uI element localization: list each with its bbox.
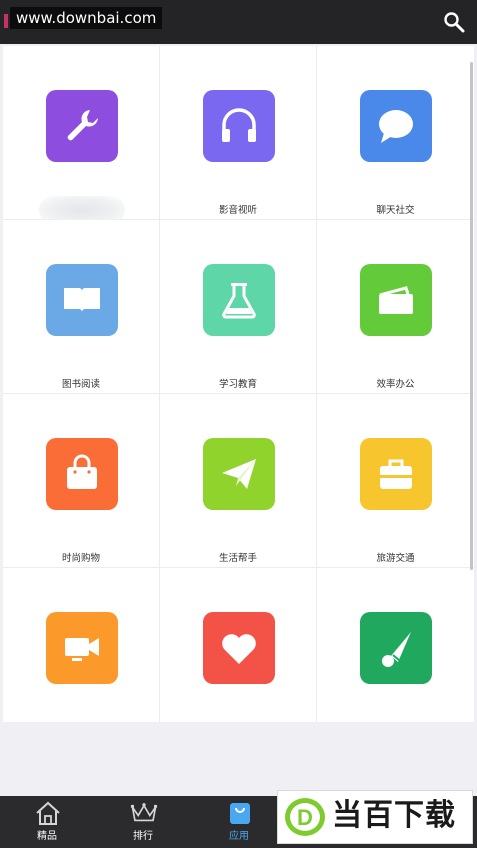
nav-item-ranking[interactable]: 排行 [98,796,188,848]
search-button[interactable] [440,8,468,36]
flask-icon [203,264,275,336]
nav-label: 应用 [229,831,249,842]
top-bar: www.downbai.com [0,0,477,44]
folder-icon [360,264,432,336]
bag-icon [226,799,254,827]
menu-indicator [4,14,8,28]
category-grid: 影音视听 聊天社交 图书阅读 学习教育 效率办公 时尚购物 生活帮手 旅游交通 [3,46,474,722]
category-item-books[interactable]: 图书阅读 [3,220,160,394]
nav-item-apps[interactable]: 应用 [194,796,284,848]
brand-text: 当百下载 [332,798,456,833]
nav-label: 排行 [133,831,153,842]
video-camera-icon [46,612,118,684]
category-item-tools[interactable] [3,46,160,224]
category-item-media[interactable]: 影音视听 [160,46,317,220]
home-icon [34,799,62,827]
category-label: 时尚购物 [61,553,100,564]
crown-icon [130,799,158,827]
category-item-video[interactable] [3,568,160,722]
category-item-life[interactable]: 生活帮手 [160,394,317,568]
category-label: 旅游交通 [376,553,415,564]
category-item-education[interactable]: 学习教育 [160,220,317,394]
category-label: 图书阅读 [61,379,100,390]
chat-bubble-icon [360,90,432,162]
site-watermark: www.downbai.com [10,7,163,29]
category-label: 生活帮手 [218,553,257,564]
wrench-icon [46,90,118,162]
category-item-shopping[interactable]: 时尚购物 [3,394,160,568]
category-item-health[interactable] [160,568,317,722]
category-grid-container: 影音视听 聊天社交 图书阅读 学习教育 效率办公 时尚购物 生活帮手 旅游交通 [3,46,474,722]
category-item-office[interactable]: 效率办公 [317,220,474,394]
nav-label: 精品 [37,831,57,842]
category-label: 学习教育 [218,379,257,390]
shopping-bag-icon [46,438,118,510]
heart-icon [203,612,275,684]
suitcase-icon [360,438,432,510]
open-book-icon [46,264,118,336]
category-label: 效率办公 [376,379,415,390]
category-item-social[interactable]: 聊天社交 [317,46,474,220]
headphones-icon [203,90,275,162]
app-screen: www.downbai.com 影音视听 聊天社交 图书阅读 学习教育 效率办公… [0,0,477,848]
nav-item-featured[interactable]: 精品 [2,796,92,848]
scrollbar[interactable] [470,62,473,570]
category-item-sports[interactable] [317,568,474,722]
brand-logo-icon: D [285,798,325,836]
badminton-shuttlecock-icon [360,612,432,684]
category-item-travel[interactable]: 旅游交通 [317,394,474,568]
category-label: 聊天社交 [376,205,415,216]
brand-watermark: D 当百下载 [277,790,473,844]
brand-letter: D [297,805,313,830]
category-label: 影音视听 [218,205,257,216]
paper-plane-icon [203,438,275,510]
search-icon [444,12,465,33]
